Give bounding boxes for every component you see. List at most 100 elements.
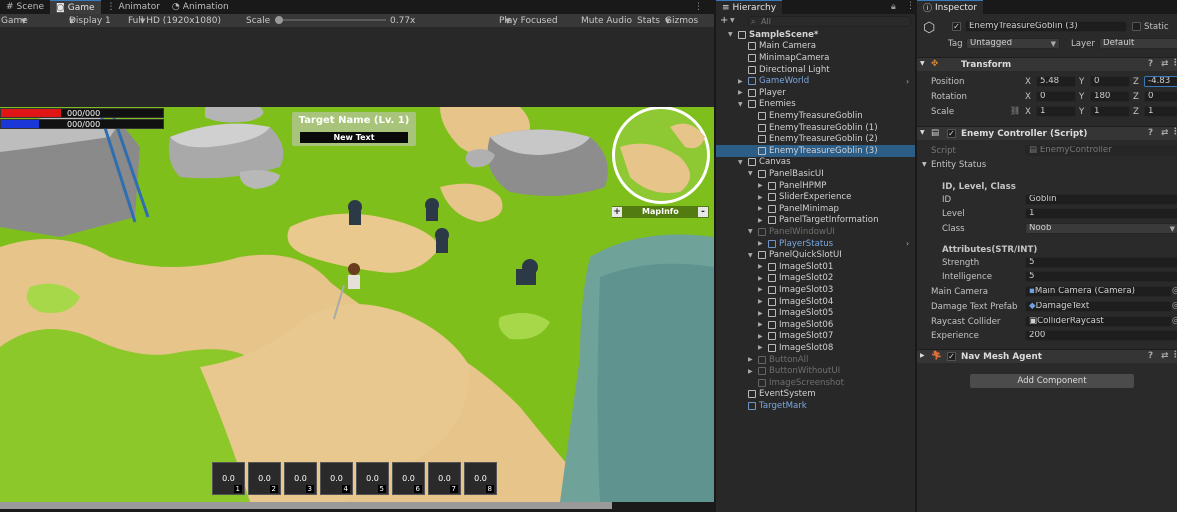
expand-arrow-icon[interactable]: ▼ xyxy=(728,31,733,38)
hierarchy-item[interactable]: EnemyTreasureGoblin xyxy=(716,110,915,122)
class-dropdown[interactable]: Noob ▼ xyxy=(1025,223,1177,234)
expand-arrow-icon[interactable]: ▼ xyxy=(748,228,753,235)
hierarchy-item[interactable]: ▶ ImageSlot06 xyxy=(716,319,915,331)
settings-icon[interactable]: ⇄ xyxy=(1161,351,1168,361)
scale-y-field[interactable]: 1 xyxy=(1090,106,1130,117)
hierarchy-item[interactable]: ▶ PlayerStatus › xyxy=(716,238,915,250)
hierarchy-search-input[interactable]: ⌕ All xyxy=(748,16,911,27)
hierarchy-item[interactable]: ▶ GameWorld › xyxy=(716,75,915,87)
hierarchy-item[interactable]: Main Camera xyxy=(716,41,915,53)
resolution-dropdown[interactable]: Full HD (1920x1080) ▼ xyxy=(128,16,221,26)
collapse-arrow-icon[interactable]: ▶ xyxy=(758,321,763,328)
static-checkbox[interactable] xyxy=(1132,22,1141,31)
hierarchy-item[interactable]: ▼ PanelWindowUI xyxy=(716,226,915,238)
lock-icon[interactable]: 🔒︎ xyxy=(891,2,896,12)
active-checkbox[interactable]: ✓ xyxy=(952,22,961,31)
axis-label-x[interactable]: X xyxy=(1025,107,1031,117)
hierarchy-item[interactable]: ▼ SampleScene* xyxy=(716,29,915,41)
quick-slot[interactable]: 0.0 5 xyxy=(356,462,389,495)
collapse-arrow-icon[interactable]: ▶ xyxy=(758,182,763,189)
hierarchy-item[interactable]: ▶ ImageSlot05 xyxy=(716,307,915,319)
tab-animation[interactable]: ◔ Animation xyxy=(166,0,235,14)
hierarchy-item[interactable]: Directional Light xyxy=(716,64,915,76)
game-mode-dropdown[interactable]: Game ▼ xyxy=(1,16,28,26)
collapse-arrow-icon[interactable]: ▶ xyxy=(738,78,743,85)
layer-dropdown[interactable]: Default xyxy=(1099,38,1177,49)
help-icon[interactable]: ? xyxy=(1148,59,1153,69)
intelligence-field[interactable]: 5 xyxy=(1025,271,1177,282)
component-enabled-checkbox[interactable]: ✓ xyxy=(947,352,956,361)
collapse-arrow-icon[interactable]: ▶ xyxy=(758,344,763,351)
object-picker-icon[interactable]: ◎ xyxy=(1172,286,1177,296)
hierarchy-item[interactable]: ▶ SliderExperience xyxy=(716,191,915,203)
hierarchy-item[interactable]: EnemyTreasureGoblin (3) xyxy=(716,145,915,157)
object-name-field[interactable]: EnemyTreasureGoblin (3) xyxy=(965,21,1127,32)
experience-field[interactable]: 200 xyxy=(1025,330,1177,341)
help-icon[interactable]: ? xyxy=(1148,351,1153,361)
transform-header[interactable]: ▼ ✥ Transform ? ⇄ ⋮ xyxy=(917,57,1177,71)
chevron-down-icon[interactable]: ▼ xyxy=(730,17,735,24)
scale-slider[interactable] xyxy=(276,19,386,21)
hierarchy-item[interactable]: ▶ ImageSlot02 xyxy=(716,273,915,285)
tab-game[interactable]: ◙ Game xyxy=(50,0,101,14)
gizmos-dropdown[interactable]: Gizmos ▼ xyxy=(665,16,698,26)
hierarchy-item[interactable]: ▶ Player xyxy=(716,87,915,99)
more-options-icon[interactable]: ⋮ xyxy=(1171,350,1177,360)
collapse-arrow-icon[interactable]: ▶ xyxy=(758,263,763,270)
rotation-y-field[interactable]: 180 xyxy=(1090,91,1130,102)
hierarchy-item[interactable]: ImageScreenshot xyxy=(716,377,915,389)
enemy-controller-header[interactable]: ▼ ▤ ✓ Enemy Controller (Script) ? ⇄ ⋮ xyxy=(917,126,1177,140)
more-options-icon[interactable]: ⋮ xyxy=(1171,127,1177,137)
tab-hierarchy[interactable]: ≡ Hierarchy xyxy=(716,0,783,14)
hierarchy-item[interactable]: EventSystem xyxy=(716,389,915,401)
expand-arrow-icon[interactable]: ▼ xyxy=(748,252,753,259)
collapse-arrow-icon[interactable]: ▶ xyxy=(758,194,763,201)
help-icon[interactable]: ? xyxy=(1148,128,1153,138)
quick-slot[interactable]: 0.0 1 xyxy=(212,462,245,495)
collapse-arrow-icon[interactable]: ▶ xyxy=(758,310,763,317)
collapse-arrow-icon[interactable]: ▶ xyxy=(758,275,763,282)
damage-text-field[interactable]: ◆DamageText xyxy=(1025,301,1172,312)
component-enabled-checkbox[interactable]: ✓ xyxy=(947,129,956,138)
position-x-field[interactable]: 5.48 xyxy=(1036,76,1076,87)
settings-icon[interactable]: ⇄ xyxy=(1161,128,1168,138)
position-y-field[interactable]: 0 xyxy=(1090,76,1130,87)
link-icon[interactable]: ⛓ xyxy=(1010,106,1020,115)
main-camera-field[interactable]: ▪Main Camera (Camera) xyxy=(1025,286,1172,297)
collapse-arrow-icon[interactable]: ▶ xyxy=(758,333,763,340)
stats-toggle[interactable]: Stats xyxy=(637,16,660,26)
hierarchy-item[interactable]: ▶ ButtonWithoutUI xyxy=(716,365,915,377)
tag-dropdown[interactable]: Untagged ▼ xyxy=(966,38,1060,49)
zoom-out-button[interactable]: - xyxy=(698,207,708,217)
collapse-arrow-icon[interactable]: ▶ xyxy=(758,286,763,293)
scale-x-field[interactable]: 1 xyxy=(1036,106,1076,117)
tab-animator[interactable]: ⋮ Animator xyxy=(101,0,166,14)
hierarchy-item[interactable]: ▶ ImageSlot07 xyxy=(716,331,915,343)
display-dropdown[interactable]: Display 1 ▼ xyxy=(69,16,111,26)
expand-arrow-icon[interactable]: ▼ xyxy=(922,161,927,168)
object-picker-icon[interactable]: ◎ xyxy=(1172,316,1177,326)
settings-icon[interactable]: ⇄ xyxy=(1161,59,1168,69)
quick-slot[interactable]: 0.0 7 xyxy=(428,462,461,495)
axis-label-z[interactable]: Z xyxy=(1133,77,1139,87)
axis-label-y[interactable]: Y xyxy=(1079,77,1084,87)
axis-label-z[interactable]: Z xyxy=(1133,107,1139,117)
quick-slot[interactable]: 0.0 4 xyxy=(320,462,353,495)
chevron-right-icon[interactable]: › xyxy=(906,239,909,248)
object-picker-icon[interactable]: ◎ xyxy=(1172,301,1177,311)
hierarchy-item[interactable]: ▼ PanelBasicUI xyxy=(716,168,915,180)
raycast-collider-field[interactable]: ▣ColliderRaycast xyxy=(1025,316,1172,327)
hierarchy-item[interactable]: ▼ Enemies xyxy=(716,99,915,111)
zoom-in-button[interactable]: + xyxy=(612,207,622,217)
axis-label-y[interactable]: Y xyxy=(1079,107,1084,117)
collapse-arrow-icon[interactable]: ▶ xyxy=(748,368,753,375)
hierarchy-item[interactable]: ▶ ButtonAll xyxy=(716,354,915,366)
hierarchy-item[interactable]: ▶ ImageSlot03 xyxy=(716,284,915,296)
rotation-x-field[interactable]: 0 xyxy=(1036,91,1076,102)
scale-slider-handle[interactable] xyxy=(275,16,283,24)
collapse-arrow-icon[interactable]: ▶ xyxy=(758,298,763,305)
hierarchy-item[interactable]: EnemyTreasureGoblin (1) xyxy=(716,122,915,134)
hierarchy-item[interactable]: ▶ ImageSlot04 xyxy=(716,296,915,308)
axis-label-x[interactable]: X xyxy=(1025,92,1031,102)
expand-arrow-icon[interactable]: ▼ xyxy=(738,159,743,166)
